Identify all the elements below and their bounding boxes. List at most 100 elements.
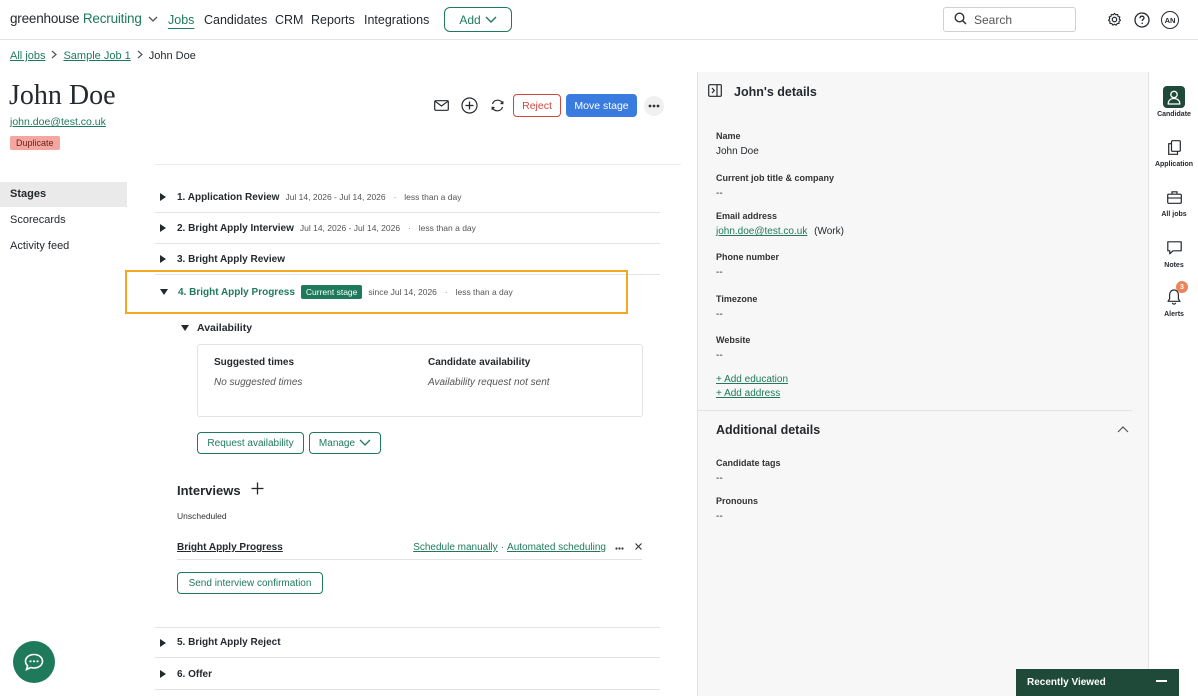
rail-label: Alerts bbox=[1164, 311, 1184, 318]
close-icon[interactable] bbox=[635, 542, 642, 553]
stage-row[interactable]: 2. Bright Apply Interview Jul 14, 2026 -… bbox=[155, 213, 660, 244]
more-options-icon[interactable] bbox=[615, 542, 624, 553]
rail-label: Candidate bbox=[1157, 111, 1191, 118]
field-label: Pronouns bbox=[716, 496, 758, 506]
current-stage-row[interactable]: 4. Bright Apply Progress Current stage s… bbox=[160, 285, 513, 299]
request-availability-label: Request availability bbox=[207, 437, 294, 449]
candidate-email-link[interactable]: john.doe@test.co.uk bbox=[10, 116, 106, 128]
add-education-link[interactable]: + Add education bbox=[716, 374, 788, 385]
send-interview-confirmation-button[interactable]: Send interview confirmation bbox=[177, 572, 323, 594]
nav-candidates[interactable]: Candidates bbox=[204, 13, 267, 27]
suggested-times-header: Suggested times bbox=[214, 357, 295, 368]
field-label: Website bbox=[716, 335, 751, 345]
field-value: -- bbox=[716, 267, 723, 278]
alerts-count-badge: 3 bbox=[1176, 281, 1188, 293]
automated-scheduling-link[interactable]: Automated scheduling bbox=[507, 542, 606, 553]
add-circle-icon[interactable] bbox=[459, 95, 479, 115]
duplicate-badge[interactable]: Duplicate bbox=[10, 136, 60, 150]
right-rail: Candidate Application All jobs Notes 3 A… bbox=[1148, 72, 1198, 696]
person-icon bbox=[1163, 86, 1185, 108]
details-panel: John's details Name John Doe Current job… bbox=[697, 72, 1148, 696]
add-address-link[interactable]: + Add address bbox=[716, 388, 780, 399]
minimize-icon[interactable] bbox=[1156, 680, 1167, 682]
interview-actions: Schedule manually · Automated scheduling bbox=[413, 542, 642, 553]
availability-toggle[interactable]: Availability bbox=[181, 322, 252, 334]
manage-dropdown-button[interactable]: Manage bbox=[309, 432, 381, 454]
stage-name: 3. Bright Apply Review bbox=[177, 253, 285, 265]
user-avatar[interactable]: AN bbox=[1161, 11, 1179, 29]
add-button[interactable]: Add bbox=[444, 7, 512, 32]
chevron-right-icon bbox=[51, 50, 58, 62]
candidate-availability-value: Availability request not sent bbox=[428, 377, 550, 388]
email-icon[interactable] bbox=[431, 95, 451, 115]
nav-reports[interactable]: Reports bbox=[311, 13, 355, 27]
email-type: (Work) bbox=[814, 226, 844, 237]
breadcrumb-all-jobs[interactable]: All jobs bbox=[10, 50, 45, 62]
more-options-icon[interactable] bbox=[644, 96, 664, 116]
stage-duration: less than a day bbox=[418, 223, 476, 233]
candidate-name: John Doe bbox=[9, 80, 116, 111]
stage-row[interactable]: 6. Offer bbox=[155, 659, 660, 690]
search-input[interactable]: Search bbox=[943, 7, 1076, 32]
field-job-title: Current job title & company -- bbox=[716, 173, 834, 199]
field-label: Email address bbox=[716, 211, 778, 221]
interview-row: Bright Apply Progress Schedule manually … bbox=[177, 540, 642, 560]
chevron-down-icon bbox=[485, 13, 497, 27]
rail-item-candidate[interactable]: Candidate bbox=[1149, 86, 1198, 118]
bell-icon: 3 bbox=[1163, 281, 1188, 308]
rail-item-alerts[interactable]: 3 Alerts bbox=[1149, 281, 1198, 318]
nav-integrations[interactable]: Integrations bbox=[364, 13, 429, 27]
move-stage-button[interactable]: Move stage bbox=[566, 94, 637, 117]
expand-arrow-icon bbox=[160, 255, 166, 263]
candidate-availability-column: Candidate availability Availability requ… bbox=[428, 357, 550, 388]
field-value: -- bbox=[716, 473, 723, 484]
chevron-up-icon[interactable] bbox=[1117, 424, 1129, 436]
field-label: Candidate tags bbox=[716, 458, 781, 468]
sidebar-item-scorecards[interactable]: Scorecards bbox=[0, 208, 127, 233]
sidebar-item-activity-feed[interactable]: Activity feed bbox=[0, 234, 127, 259]
header-divider bbox=[155, 164, 681, 165]
recently-viewed-bar[interactable]: Recently Viewed bbox=[1016, 669, 1179, 696]
current-stage-name: 4. Bright Apply Progress bbox=[178, 286, 295, 298]
collapse-panel-icon[interactable] bbox=[708, 84, 722, 100]
candidate-availability-header: Candidate availability bbox=[428, 357, 531, 368]
interview-name-link[interactable]: Bright Apply Progress bbox=[177, 542, 283, 553]
chevron-right-icon bbox=[137, 50, 143, 62]
greenhouse-logo[interactable]: greenhouse Recruiting bbox=[10, 11, 158, 26]
stage-row[interactable]: 1. Application Review Jul 14, 2026 - Jul… bbox=[155, 182, 660, 213]
additional-details-title: Additional details bbox=[716, 423, 821, 437]
rail-item-application[interactable]: Application bbox=[1149, 136, 1198, 168]
email-link[interactable]: john.doe@test.co.uk bbox=[716, 226, 807, 237]
details-title: John's details bbox=[734, 85, 817, 99]
rail-item-all-jobs[interactable]: All jobs bbox=[1149, 186, 1198, 218]
reject-button[interactable]: Reject bbox=[513, 94, 561, 117]
help-icon[interactable] bbox=[1133, 11, 1150, 28]
stage-name: 2. Bright Apply Interview bbox=[177, 222, 294, 234]
breadcrumb-job[interactable]: Sample Job 1 bbox=[63, 50, 130, 62]
add-interview-icon[interactable] bbox=[251, 482, 264, 498]
document-copy-icon bbox=[1163, 136, 1185, 158]
field-candidate-tags: Candidate tags -- bbox=[716, 458, 781, 484]
breadcrumb: All jobs Sample Job 1 John Doe bbox=[10, 50, 196, 62]
refresh-icon[interactable] bbox=[487, 95, 507, 115]
sidebar-item-stages[interactable]: Stages bbox=[0, 182, 127, 207]
rail-item-notes[interactable]: Notes bbox=[1149, 237, 1198, 269]
chevron-down-icon bbox=[359, 438, 371, 449]
interviews-title-text: Interviews bbox=[177, 482, 241, 498]
request-availability-button[interactable]: Request availability bbox=[197, 432, 304, 454]
nav-crm[interactable]: CRM bbox=[275, 13, 303, 27]
schedule-manually-link[interactable]: Schedule manually bbox=[413, 542, 498, 553]
nav-jobs[interactable]: Jobs bbox=[168, 13, 194, 27]
field-timezone: Timezone -- bbox=[716, 294, 757, 320]
separator-dot: · bbox=[444, 287, 448, 297]
gear-icon[interactable] bbox=[1106, 11, 1123, 28]
interviews-title: Interviews bbox=[177, 482, 264, 498]
stage-row[interactable]: 5. Bright Apply Reject bbox=[155, 627, 660, 658]
field-value: -- bbox=[716, 350, 723, 361]
details-header: John's details bbox=[708, 84, 817, 100]
field-label: Timezone bbox=[716, 294, 758, 304]
stage-name: 1. Application Review bbox=[177, 191, 280, 203]
chat-bubble-icon[interactable] bbox=[13, 641, 55, 683]
stage-name: 6. Offer bbox=[177, 668, 213, 680]
rail-label: All jobs bbox=[1161, 211, 1187, 218]
